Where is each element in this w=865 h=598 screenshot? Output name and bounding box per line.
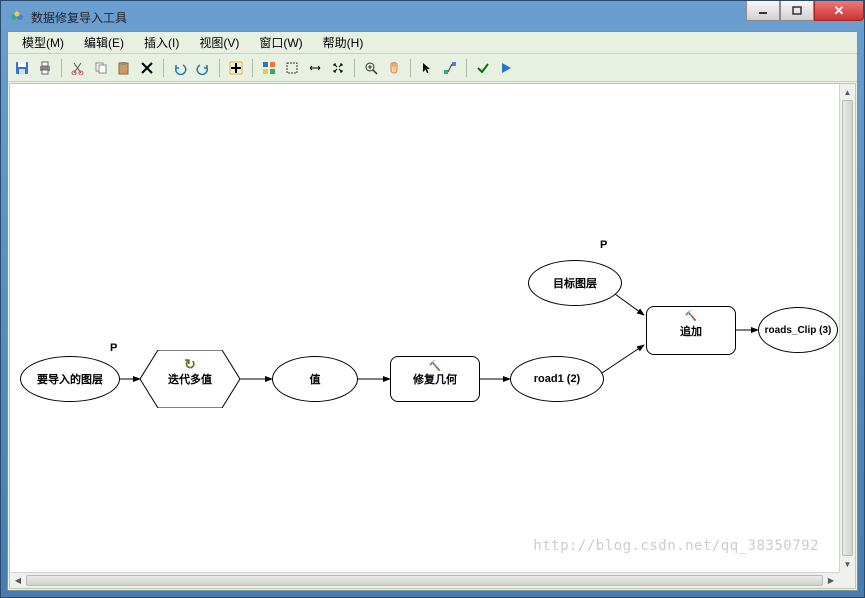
pan-icon[interactable] [384,58,404,78]
node-label: 值 [310,371,321,387]
toolbar-separator [61,59,62,77]
delete-icon[interactable] [137,58,157,78]
zoom-in-icon[interactable] [361,58,381,78]
node-label: road1 (2) [534,373,580,385]
select-rect-icon[interactable] [282,58,302,78]
window-title: 数据修复导入工具 [31,9,856,26]
node-append[interactable]: 🔨 追加 [646,306,736,355]
connector [615,294,644,315]
node-label: 追加 [680,323,702,339]
toolbar-separator [163,59,164,77]
node-label: 要导入的图层 [37,371,103,387]
redo-icon[interactable] [193,58,213,78]
node-label: 修复几何 [413,371,457,387]
run-icon[interactable] [496,58,516,78]
node-label: 目标图层 [553,275,597,291]
model-canvas[interactable]: P 要导入的图层 ↻ 迭代多值 值 🔨 修复几何 road1 (2 [10,84,839,572]
grid-icon[interactable] [259,58,279,78]
scroll-down-icon[interactable]: ▼ [840,556,855,572]
toolbar-separator [252,59,253,77]
maximize-button[interactable] [780,1,814,21]
node-iterate[interactable]: ↻ 迭代多值 [140,350,240,408]
window-controls: ✕ [746,1,864,21]
watermark: http://blog.csdn.net/qq_38350792 [533,538,819,554]
toolbar-separator [219,59,220,77]
minimize-button[interactable] [746,1,780,21]
parameter-label: P [110,342,117,354]
scroll-right-icon[interactable]: ▶ [823,573,839,588]
scroll-left-icon[interactable]: ◀ [10,573,26,588]
app-icon [9,9,25,25]
node-road1[interactable]: road1 (2) [510,356,604,402]
menu-help[interactable]: 帮助(H) [313,32,374,53]
scroll-thumb[interactable] [842,100,853,556]
canvas-container: P 要导入的图层 ↻ 迭代多值 值 🔨 修复几何 road1 (2 [9,83,856,589]
paste-icon[interactable] [114,58,134,78]
node-output[interactable]: roads_Clip (3) [758,307,838,353]
node-label: 迭代多值 [168,371,212,387]
menu-edit[interactable]: 编辑(E) [74,32,134,53]
add-icon[interactable] [226,58,246,78]
menu-window[interactable]: 窗口(W) [249,32,312,53]
toolbar-separator [466,59,467,77]
validate-icon[interactable] [473,58,493,78]
toolbar-separator [354,59,355,77]
connector [602,345,644,373]
expand-h-icon[interactable] [305,58,325,78]
undo-icon[interactable] [170,58,190,78]
client-area: 模型(M) 编辑(E) 插入(I) 视图(V) 窗口(W) 帮助(H) [7,31,858,591]
scroll-thumb[interactable] [26,575,823,586]
hammer-icon: 🔨 [685,311,697,322]
node-target-layer[interactable]: 目标图层 [528,260,622,306]
titlebar: 数据修复导入工具 ✕ [7,7,858,31]
scroll-up-icon[interactable]: ▲ [840,84,855,100]
pointer-icon[interactable] [417,58,437,78]
menu-model[interactable]: 模型(M) [12,32,74,53]
menu-insert[interactable]: 插入(I) [134,32,189,53]
toolbar-separator [410,59,411,77]
cut-icon[interactable] [68,58,88,78]
menu-view[interactable]: 视图(V) [189,32,249,53]
parameter-label: P [600,239,607,251]
hammer-icon: 🔨 [429,361,441,372]
toolbar [8,54,857,82]
connect-icon[interactable] [440,58,460,78]
node-input-layer[interactable]: 要导入的图层 [20,356,120,402]
node-value[interactable]: 值 [272,356,358,402]
vertical-scrollbar[interactable]: ▲ ▼ [839,84,855,572]
save-icon[interactable] [12,58,32,78]
print-icon[interactable] [35,58,55,78]
node-label: roads_Clip (3) [765,325,832,336]
node-repair-geometry[interactable]: 🔨 修复几何 [390,356,480,402]
close-button[interactable]: ✕ [814,1,864,21]
menubar: 模型(M) 编辑(E) 插入(I) 视图(V) 窗口(W) 帮助(H) [8,32,857,54]
horizontal-scrollbar[interactable]: ◀ ▶ [10,572,839,588]
copy-icon[interactable] [91,58,111,78]
expand-all-icon[interactable] [328,58,348,78]
app-window: 数据修复导入工具 ✕ 模型(M) 编辑(E) 插入(I) 视图(V) 窗口(W)… [0,0,865,598]
scroll-corner [839,572,855,588]
